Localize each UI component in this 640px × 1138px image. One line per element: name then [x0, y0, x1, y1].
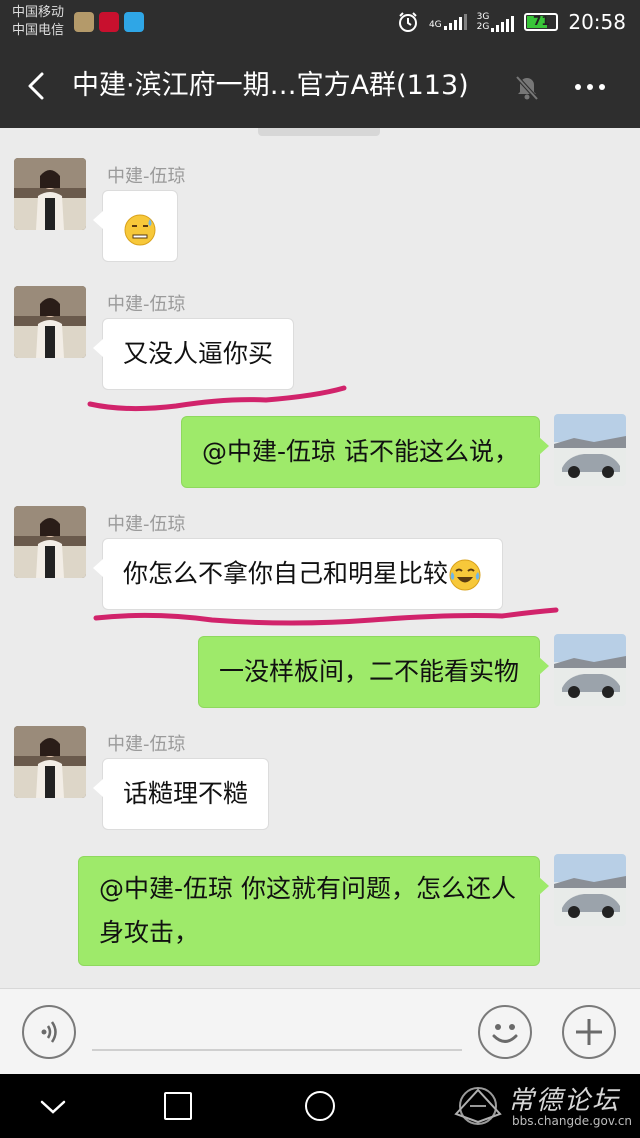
forum-watermark: 常德论坛 bbs.changde.gov.cn: [448, 1078, 638, 1136]
voice-wave-icon: [41, 1021, 57, 1043]
network-type-2: 3G 2G: [477, 12, 490, 32]
network-type-1: 4G: [428, 20, 442, 30]
annotation-underline: [87, 385, 347, 412]
sender-name: 中建-伍琼: [107, 166, 186, 187]
signal-strength-icon: [491, 16, 515, 32]
more-functions-button[interactable]: [562, 1005, 616, 1059]
sender-name: 中建-伍琼: [107, 734, 186, 755]
nav-back-icon[interactable]: [38, 1092, 68, 1122]
carrier-2: 中国电信: [12, 23, 65, 38]
battery-level: 71: [533, 14, 550, 28]
message-text: 你怎么不拿你自己和明星比较: [123, 559, 449, 588]
status-icons: 4G 3G 2G 71 20:58: [397, 8, 626, 36]
chat-messages[interactable]: 中建-伍琼 中建-伍琼 又没人逼你买 @中建-伍琼 话不能这么说， 中建-伍琼 …: [0, 128, 640, 988]
message-input-bar: [0, 988, 640, 1074]
my-avatar[interactable]: [554, 414, 626, 486]
incoming-message-bubble[interactable]: 你怎么不拿你自己和明星比较: [92, 538, 504, 610]
mute-bell-icon: [515, 75, 539, 101]
carrier-info: 中国移动 中国电信: [12, 4, 64, 40]
sender-name: 中建-伍琼: [107, 514, 186, 535]
chat-title-bar: 中建·滨江府一期…官方A群(113): [0, 44, 640, 128]
alarm-icon: [398, 12, 417, 32]
outgoing-message-bubble[interactable]: @中建-伍琼 你这就有问题，怎么还人身攻击，: [78, 856, 549, 966]
forum-logo-icon: [454, 1087, 502, 1125]
clock: 20:58: [568, 10, 626, 34]
battery-icon: 71: [524, 13, 559, 31]
sender-name: 中建-伍琼: [107, 294, 186, 315]
voice-input-button[interactable]: [22, 1005, 76, 1059]
system-navigation-bar: 常德论坛 bbs.changde.gov.cn: [0, 1074, 640, 1138]
grimace-sweat-emoji-icon: [124, 214, 156, 246]
carrier-1: 中国移动: [12, 5, 65, 20]
laugh-cry-emoji-icon: [449, 559, 481, 591]
nav-circle-icon[interactable]: [305, 1091, 335, 1121]
outgoing-message-bubble[interactable]: @中建-伍琼 话不能这么说，: [181, 416, 549, 488]
nav-home-square-icon[interactable]: [164, 1092, 192, 1120]
incoming-message-bubble[interactable]: 又没人逼你买: [92, 318, 295, 390]
my-avatar[interactable]: [554, 634, 626, 706]
emoji-button[interactable]: [478, 1005, 532, 1059]
avatar[interactable]: [14, 286, 86, 358]
smiley-icon: [492, 1024, 518, 1043]
network-type-2-bottom: 2G: [476, 22, 490, 32]
more-options-icon[interactable]: [570, 70, 610, 104]
signal-strength-icon: [443, 14, 467, 30]
outgoing-message-bubble[interactable]: 一没样板间，二不能看实物: [197, 636, 550, 708]
watermark-name: 常德论坛: [508, 1086, 621, 1116]
app-notification-icon: [74, 12, 94, 32]
scroll-indicator: [258, 128, 380, 136]
network-type-2-top: 3G: [476, 12, 490, 22]
watermark-url: bbs.changde.gov.cn: [512, 1114, 633, 1128]
incoming-message-bubble[interactable]: 话糙理不糙: [92, 758, 270, 830]
annotation-underline: [93, 607, 559, 626]
back-arrow-icon[interactable]: [18, 66, 58, 106]
app-notification-icon: [99, 12, 119, 32]
avatar[interactable]: [14, 506, 86, 578]
my-avatar[interactable]: [554, 854, 626, 926]
video-app-notification-icon: [124, 12, 144, 32]
avatar[interactable]: [14, 158, 86, 230]
incoming-message-bubble[interactable]: [93, 190, 178, 262]
plus-icon: [576, 1019, 602, 1045]
status-bar: 中国移动 中国电信 4G 3G 2G 71 20:58: [0, 0, 640, 44]
avatar[interactable]: [14, 726, 86, 798]
message-text-field[interactable]: [92, 1049, 462, 1051]
notification-icons: [74, 12, 144, 32]
chat-title: 中建·滨江府一期…官方A群(113): [72, 70, 469, 101]
